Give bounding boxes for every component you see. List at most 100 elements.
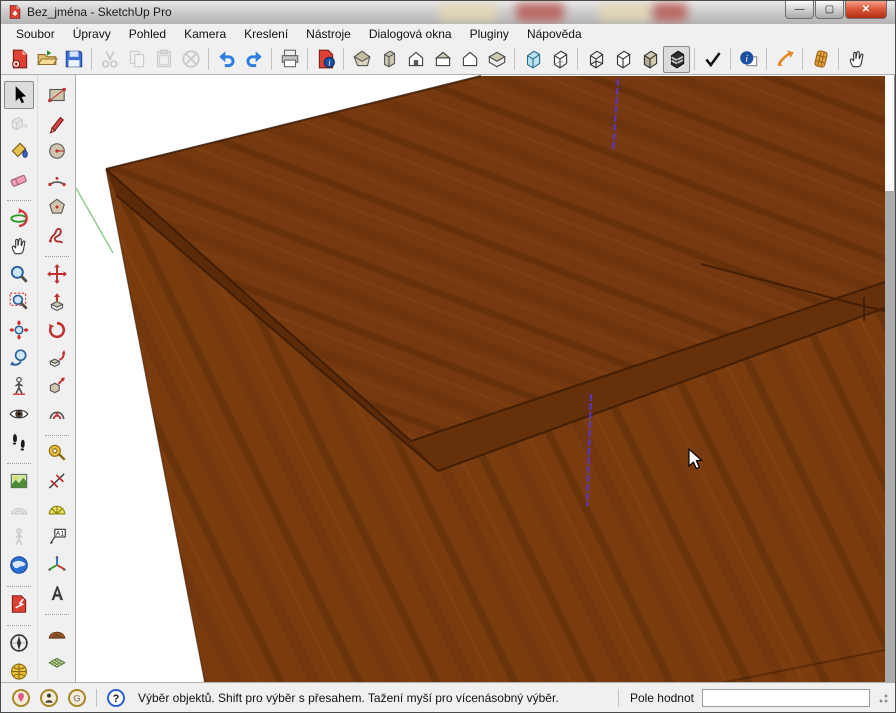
undo-button[interactable] bbox=[213, 46, 240, 73]
status-bar: G ? Výběr objektů. Shift pro výběr s pře… bbox=[1, 682, 895, 712]
close-button[interactable]: ✕ bbox=[845, 1, 887, 19]
north-compass-tool[interactable] bbox=[4, 629, 34, 657]
circle-tool[interactable] bbox=[42, 137, 72, 165]
viewport-canvas[interactable] bbox=[76, 75, 885, 684]
menu-item-n-pov-da[interactable]: Nápověda bbox=[518, 24, 591, 44]
google-earth-tool[interactable] bbox=[4, 551, 34, 579]
menu-item-kreslen-[interactable]: Kreslení bbox=[235, 24, 297, 44]
menu-item-n-stroje[interactable]: Nástroje bbox=[297, 24, 360, 44]
previous-view-tool[interactable] bbox=[4, 344, 34, 372]
style-textured-button[interactable] bbox=[663, 46, 690, 73]
position-camera-tool[interactable] bbox=[4, 372, 34, 400]
window-title: Bez_jména - SketchUp Pro bbox=[27, 5, 172, 19]
resize-grip[interactable] bbox=[876, 691, 889, 704]
toolbar-separator bbox=[343, 48, 344, 70]
check-button[interactable] bbox=[699, 46, 726, 73]
menu-bar: SouborÚpravyPohledKameraKresleníNástroje… bbox=[1, 24, 895, 45]
zoom-extents-tool[interactable] bbox=[4, 316, 34, 344]
walk-tool[interactable] bbox=[4, 428, 34, 456]
toolbar-separator bbox=[766, 48, 767, 70]
rectangle-tool[interactable] bbox=[42, 81, 72, 109]
geo-location-icon[interactable] bbox=[10, 687, 32, 709]
dimension-tool[interactable] bbox=[42, 467, 72, 495]
view-iso-button[interactable] bbox=[348, 46, 375, 73]
menu-item-pluginy[interactable]: Pluginy bbox=[461, 24, 518, 44]
info-sphere-button[interactable]: i bbox=[735, 46, 762, 73]
offset-tool[interactable] bbox=[42, 400, 72, 428]
svg-text:G: G bbox=[73, 693, 80, 704]
look-around-tool[interactable] bbox=[4, 400, 34, 428]
scale-tool[interactable] bbox=[42, 372, 72, 400]
redo-button[interactable] bbox=[240, 46, 267, 73]
follow-me-tool[interactable] bbox=[42, 344, 72, 372]
axes-tool-tool[interactable] bbox=[42, 551, 72, 579]
zoom-window-tool[interactable] bbox=[4, 288, 34, 316]
measurements-input[interactable] bbox=[702, 689, 870, 707]
sandbox-scratch-tool[interactable] bbox=[42, 646, 72, 674]
push-pull-tool[interactable] bbox=[42, 288, 72, 316]
share-model-tool[interactable] bbox=[4, 590, 34, 618]
menu-item--pravy[interactable]: Úpravy bbox=[64, 24, 120, 44]
print-button[interactable] bbox=[276, 46, 303, 73]
sketchup-window: Bez_jména - SketchUp Pro — ▢ ✕ SouborÚpr… bbox=[0, 0, 896, 713]
toolbar-separator bbox=[45, 607, 69, 615]
freehand-tool[interactable] bbox=[42, 221, 72, 249]
left-toolbar: A1 bbox=[1, 75, 76, 684]
eraser-tool[interactable] bbox=[4, 165, 34, 193]
background-bleed bbox=[653, 3, 687, 21]
protractor-tool[interactable] bbox=[42, 495, 72, 523]
models-icon[interactable]: G bbox=[66, 687, 88, 709]
toolbar-separator bbox=[45, 428, 69, 436]
save-button[interactable] bbox=[60, 46, 87, 73]
left-toolbar-column-1 bbox=[1, 75, 38, 684]
menu-item-pohled[interactable]: Pohled bbox=[120, 24, 175, 44]
line-tool[interactable] bbox=[42, 109, 72, 137]
menu-item-kamera[interactable]: Kamera bbox=[175, 24, 235, 44]
right-scrollbar[interactable] bbox=[885, 75, 896, 684]
scrollbar-thumb[interactable] bbox=[885, 75, 895, 191]
move-tool[interactable] bbox=[42, 260, 72, 288]
orange-figure-button[interactable] bbox=[771, 46, 798, 73]
style-shaded-button[interactable] bbox=[636, 46, 663, 73]
open-folder-button[interactable] bbox=[33, 46, 60, 73]
style-hiddenline-button[interactable] bbox=[609, 46, 636, 73]
texture-image-tool[interactable] bbox=[4, 467, 34, 495]
hand-button[interactable] bbox=[843, 46, 870, 73]
view-top-button[interactable] bbox=[483, 46, 510, 73]
pan-tool[interactable] bbox=[4, 232, 34, 260]
paint-bucket-tool[interactable] bbox=[4, 137, 34, 165]
view-perspective-button[interactable] bbox=[375, 46, 402, 73]
view-back-button[interactable] bbox=[456, 46, 483, 73]
cut-button bbox=[96, 46, 123, 73]
rotate-tool[interactable] bbox=[42, 316, 72, 344]
separator bbox=[96, 689, 97, 707]
help-icon[interactable]: ? bbox=[105, 687, 127, 709]
tape-measure-tool[interactable] bbox=[42, 439, 72, 467]
claim-credit-icon[interactable] bbox=[38, 687, 60, 709]
polygon-tool[interactable] bbox=[42, 193, 72, 221]
zoom-tool[interactable] bbox=[4, 260, 34, 288]
title-bar[interactable]: Bez_jména - SketchUp Pro — ▢ ✕ bbox=[1, 1, 895, 24]
style-backedges-button[interactable] bbox=[546, 46, 573, 73]
3d-text-tool[interactable] bbox=[42, 579, 72, 607]
sphere-tool-tool[interactable] bbox=[4, 657, 34, 685]
arc-tool[interactable] bbox=[42, 165, 72, 193]
toolbar-separator bbox=[307, 48, 308, 70]
model-info-button[interactable]: i bbox=[312, 46, 339, 73]
orbit-tool[interactable] bbox=[4, 204, 34, 232]
toolbar-separator bbox=[91, 48, 92, 70]
minimize-button[interactable]: — bbox=[785, 1, 814, 19]
select-tool[interactable] bbox=[4, 81, 34, 109]
maximize-button[interactable]: ▢ bbox=[815, 1, 844, 19]
status-message: Výběr objektů. Shift pro výběr s přesahe… bbox=[138, 691, 559, 705]
text-tool-tool[interactable]: A1 bbox=[42, 523, 72, 551]
view-right-button[interactable] bbox=[429, 46, 456, 73]
style-wireframe-button[interactable] bbox=[582, 46, 609, 73]
view-front-button[interactable] bbox=[402, 46, 429, 73]
sandbox-contours-tool[interactable] bbox=[42, 618, 72, 646]
menu-item-soubor[interactable]: Soubor bbox=[7, 24, 64, 44]
new-document-button[interactable] bbox=[6, 46, 33, 73]
orange-grid-button[interactable] bbox=[807, 46, 834, 73]
menu-item-dialogov-okna[interactable]: Dialogová okna bbox=[360, 24, 461, 44]
style-xray-button[interactable] bbox=[519, 46, 546, 73]
